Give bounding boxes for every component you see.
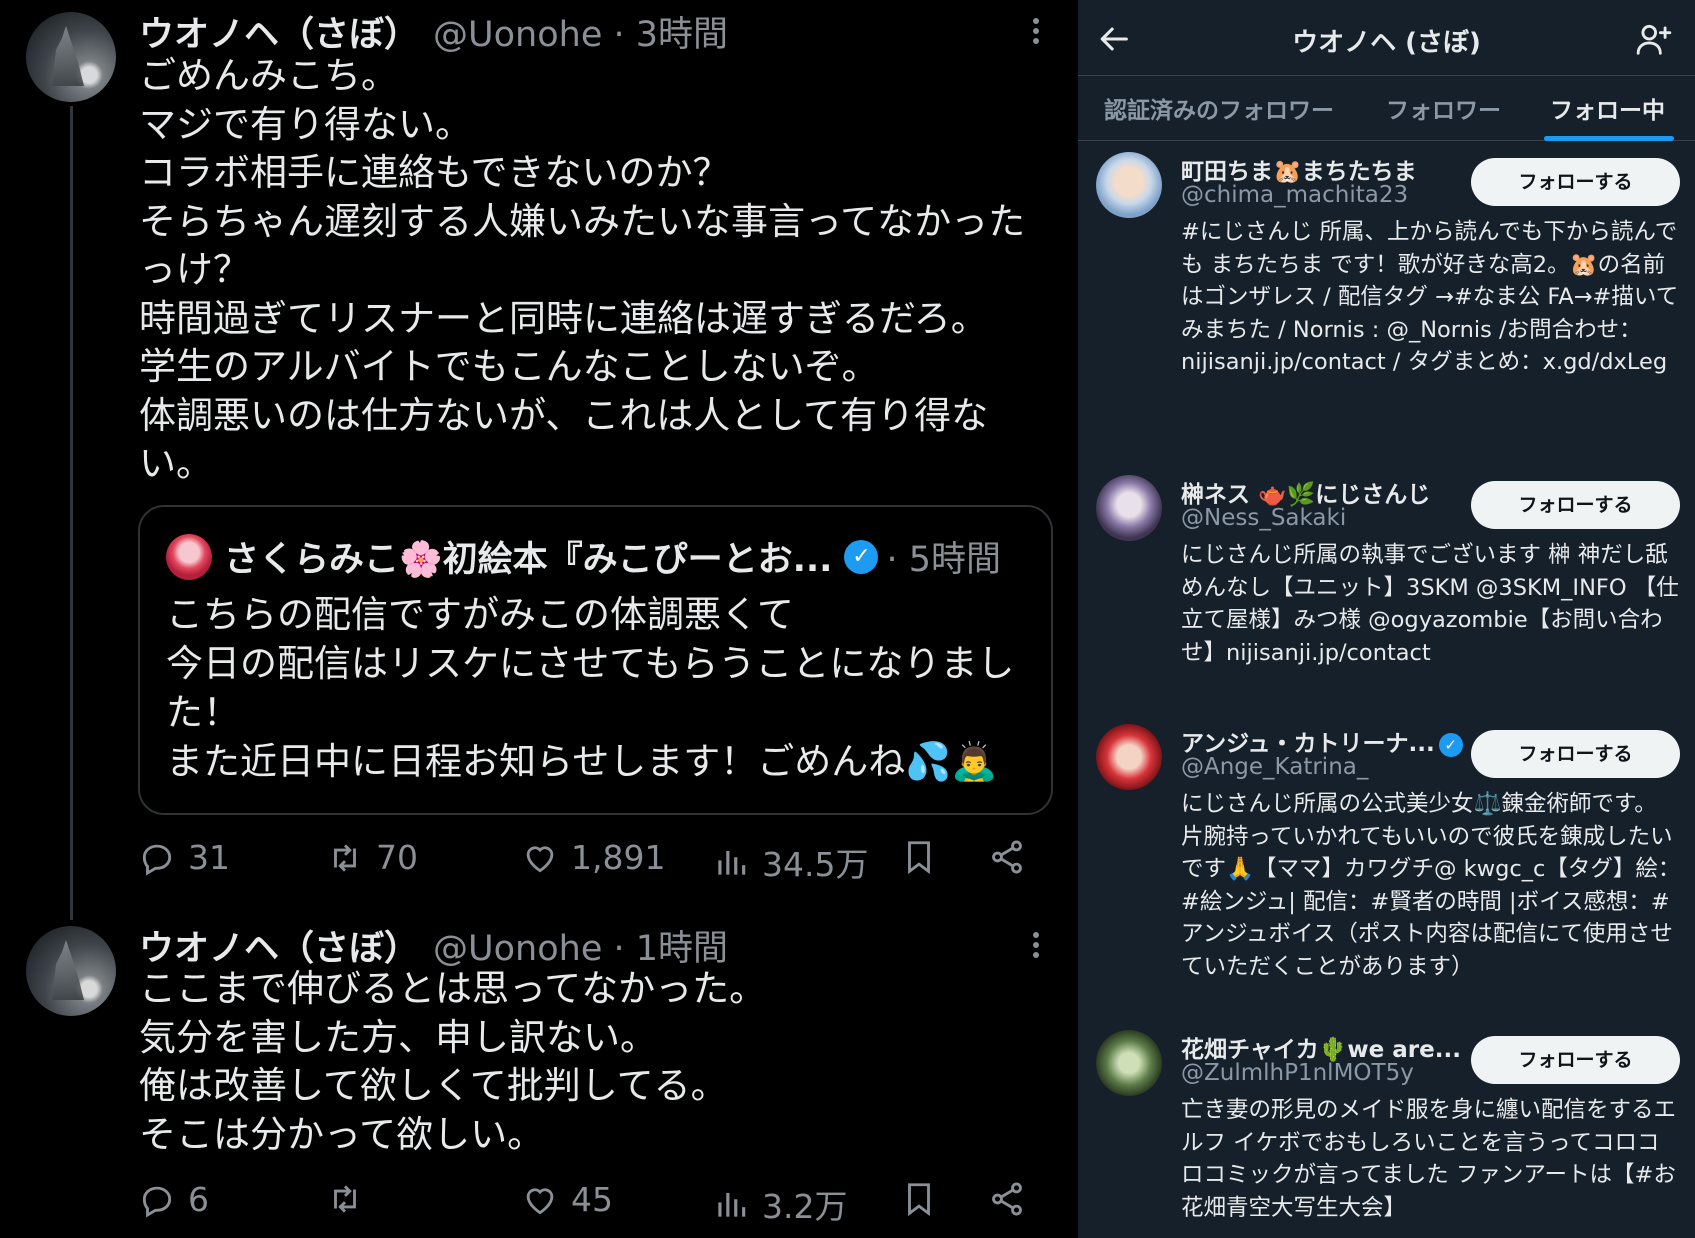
user-bio: にじさんじ所属の執事でございます 榊 神だし舐めんなし【ユニット】3SKM @3… <box>1181 542 1679 666</box>
thread-line <box>70 106 73 920</box>
view-count: 3.2万 <box>762 1187 848 1226</box>
author-name[interactable]: ウオノヘ（さぼ） <box>139 15 419 55</box>
verified-icon: ✓ <box>1438 732 1463 757</box>
views-icon <box>718 1192 746 1217</box>
reply-count: 6 <box>188 1180 209 1219</box>
like-count: 1,891 <box>571 838 666 877</box>
like-icon <box>526 1187 554 1214</box>
quoted-tweet[interactable]: さくらみこ🌸初絵本『みこぴーとお... ✓ · 5時間 こちらの配信ですがみこの… <box>138 505 1053 815</box>
follow-button[interactable]: フォローする <box>1471 481 1680 529</box>
user-handle: @chima_machita23 <box>1181 182 1409 208</box>
tweet-timeline: ウオノヘ（さぼ） @Uonohe · 3時間 ごめんみこち。 マジで有り得ない。 … <box>0 0 1078 1238</box>
views-button[interactable]: 3.2万 <box>712 1180 847 1228</box>
user-handle: @Ness_Sakaki <box>1181 505 1347 531</box>
reply-button[interactable]: 6 <box>138 1180 209 1219</box>
avatar[interactable] <box>1096 152 1162 218</box>
share-icon <box>992 840 1022 874</box>
user-handle: @Ange_Katrina_ <box>1181 754 1369 780</box>
add-user-icon[interactable] <box>1635 20 1673 58</box>
avatar[interactable] <box>26 926 116 1016</box>
user-bio: にじさんじ所属の公式美少女⚖️錬金術師です。 片腕持っていかれてもいいので彼氏を… <box>1181 791 1681 980</box>
views-icon <box>718 850 746 875</box>
reply-count: 31 <box>188 838 230 877</box>
user-handle: @ZulmlhP1nlMOT5y <box>1181 1060 1414 1086</box>
avatar[interactable] <box>1096 475 1162 541</box>
user-bio: 亡き妻の形見のメイド服を身に纏い配信をするエルフ イケボでおもしろいことを言うっ… <box>1181 1097 1677 1221</box>
reply-icon <box>142 844 172 876</box>
user-bio: #にじさんじ 所属、上から読んでも下から読んでも まちたちま です！歌が好きな高… <box>1181 219 1679 375</box>
retweet-count: 70 <box>376 838 418 877</box>
follow-button[interactable]: フォローする <box>1471 730 1680 778</box>
user-name[interactable]: 花畑チャイカ🌵we are... <box>1181 1030 1461 1064</box>
views-button[interactable]: 34.5万 <box>712 838 868 886</box>
like-button[interactable]: 45 <box>521 1180 613 1219</box>
retweet-icon <box>334 843 356 872</box>
author-name[interactable]: ウオノヘ（さぼ） <box>139 929 419 969</box>
quoted-time: · 5時間 <box>886 540 1001 580</box>
retweet-button[interactable] <box>326 1180 376 1218</box>
tweet-header: ウオノヘ（さぼ） @Uonohe · 1時間 <box>139 920 728 971</box>
avatar[interactable] <box>26 12 116 102</box>
tweet-text: ごめんみこち。 マジで有り得ない。 コラボ相手に連絡もできないのか？ そらちゃん… <box>139 54 1026 485</box>
follow-button[interactable]: フォローする <box>1471 1036 1680 1084</box>
tab-followers[interactable]: フォロワー <box>1386 91 1501 125</box>
retweet-icon <box>334 1185 356 1213</box>
author-meta: @Uonohe · 1時間 <box>433 929 729 969</box>
quoted-author-name: さくらみこ🌸初絵本『みこぴーとお... <box>224 540 833 580</box>
user-name-row[interactable]: アンジュ・カトリーナ... ✓ <box>1181 724 1463 758</box>
share-icon <box>992 1182 1022 1216</box>
quoted-header: さくらみこ🌸初絵本『みこぴーとお... ✓ · 5時間 <box>166 531 1001 582</box>
user-name[interactable]: 榊ネス 🫖🌿にじさんじ <box>1181 475 1430 509</box>
avatar <box>166 533 212 580</box>
verified-icon: ✓ <box>844 539 879 574</box>
action-bar: 6 45 3.2万 <box>138 1180 1038 1226</box>
user-name[interactable]: 町田ちま🐹まちたちま <box>1181 152 1417 186</box>
action-bar: 31 70 1,891 34.5万 <box>138 838 1038 884</box>
tab-verified-followers[interactable]: 認証済みのフォロワー <box>1104 91 1334 125</box>
following-panel: ウオノヘ (さぼ) 認証済みのフォロワー フォロワー フォロー中 町田ちま🐹まち… <box>1078 0 1695 1238</box>
panel-header: ウオノヘ (さぼ) <box>1078 0 1695 76</box>
active-tab-indicator <box>1544 136 1674 141</box>
view-count: 34.5万 <box>762 845 869 884</box>
author-meta: @Uonohe · 3時間 <box>433 15 729 55</box>
kebab-icon[interactable] <box>1026 928 1046 964</box>
reply-icon <box>142 1186 172 1218</box>
like-button[interactable]: 1,891 <box>521 838 665 877</box>
quoted-text: こちらの配信ですがみこの体調悪くて 今日の配信はリスケにさせてもらうことになりま… <box>166 593 1015 783</box>
kebab-icon[interactable] <box>1026 14 1046 50</box>
like-count: 45 <box>571 1180 613 1219</box>
bookmark-icon <box>908 1183 930 1217</box>
share-button[interactable] <box>988 1180 1038 1218</box>
share-button[interactable] <box>988 838 1038 876</box>
reply-button[interactable]: 31 <box>138 838 230 877</box>
retweet-button[interactable]: 70 <box>326 838 418 877</box>
tweet-text: ここまで伸びるとは思ってなかった。 気分を害した方、申し訳ない。 俺は改善して欲… <box>139 967 767 1156</box>
bookmark-button[interactable] <box>900 838 950 876</box>
tab-bar: 認証済みのフォロワー フォロワー フォロー中 <box>1078 77 1695 141</box>
tweet-header: ウオノヘ（さぼ） @Uonohe · 3時間 <box>139 6 728 57</box>
bookmark-button[interactable] <box>900 1180 950 1218</box>
follow-button[interactable]: フォローする <box>1471 158 1680 206</box>
like-icon <box>526 845 554 872</box>
bookmark-icon <box>908 841 930 875</box>
tab-following[interactable]: フォロー中 <box>1550 91 1665 125</box>
avatar[interactable] <box>1096 724 1162 790</box>
page-title: ウオノヘ (さぼ) <box>1292 28 1481 58</box>
avatar[interactable] <box>1096 1030 1162 1096</box>
